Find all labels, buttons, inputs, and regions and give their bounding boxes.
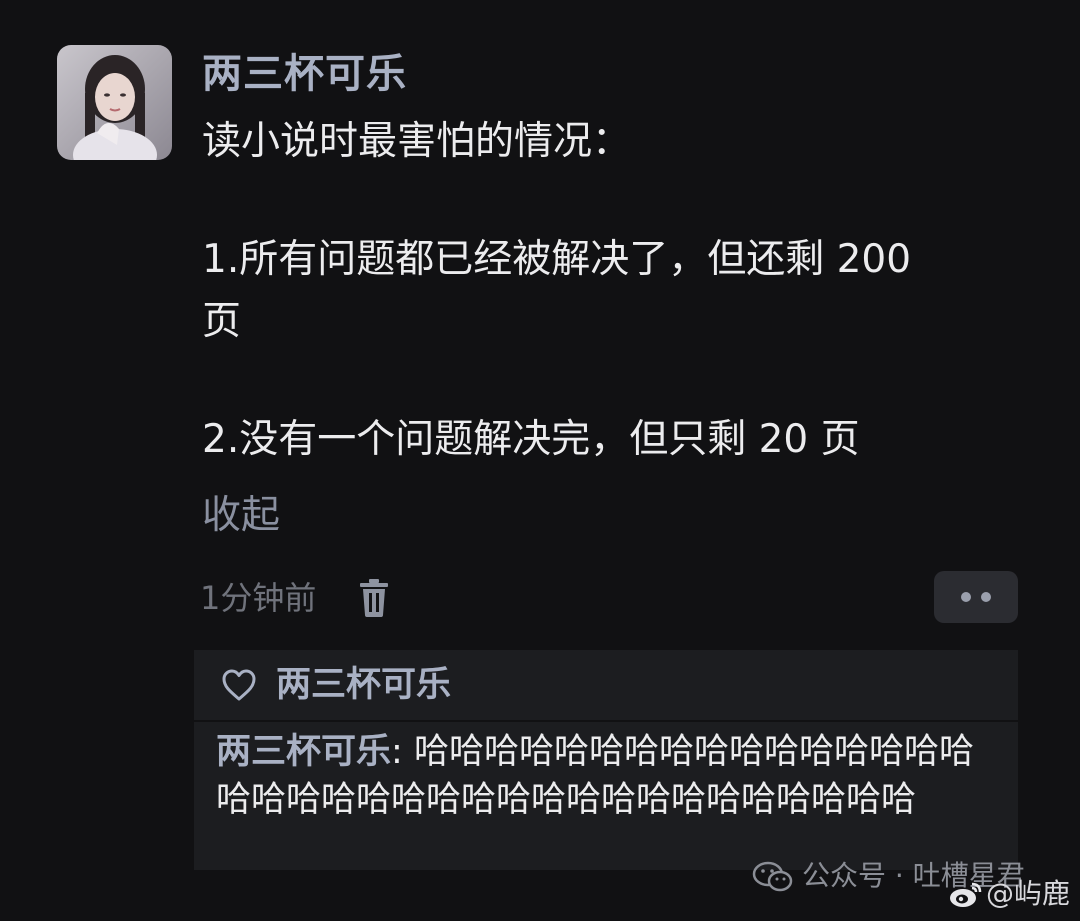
wechat-icon	[752, 860, 794, 894]
post-text-line-3: 页	[202, 299, 242, 344]
post-text-line-1: 读小说时最害怕的情况：	[202, 119, 632, 164]
comment-item[interactable]: 两三杯可乐: 哈哈哈哈哈哈哈哈哈哈哈哈哈哈哈哈哈哈哈哈哈哈哈哈哈哈哈哈哈哈哈哈哈…	[216, 728, 1006, 824]
more-options-button[interactable]	[934, 571, 1018, 623]
post-text-line-4: 2.没有一个问题解决完，但只剩 20 页	[202, 417, 860, 462]
more-dots-icon	[961, 592, 971, 602]
weibo-icon	[948, 880, 984, 910]
collapse-link[interactable]: 收起	[202, 490, 280, 542]
post-text-line-2: 1.所有问题都已经被解决了，但还剩 200	[202, 237, 912, 282]
weibo-watermark: @屿鹿	[948, 874, 1070, 914]
comment-author[interactable]: 两三杯可乐	[216, 732, 391, 772]
liker-name[interactable]: 两三杯可乐	[276, 662, 451, 708]
weibo-watermark-text: @屿鹿	[986, 877, 1071, 910]
trash-icon[interactable]	[358, 578, 390, 618]
avatar-image	[57, 45, 172, 160]
heart-outline-icon[interactable]	[221, 668, 257, 702]
avatar[interactable]	[57, 45, 172, 160]
more-dots-icon	[981, 592, 991, 602]
author-name[interactable]: 两三杯可乐	[202, 48, 407, 100]
comment-separator: :	[391, 732, 414, 772]
post-timestamp: 1分钟前	[200, 579, 317, 617]
comment-box: 两三杯可乐 两三杯可乐: 哈哈哈哈哈哈哈哈哈哈哈哈哈哈哈哈哈哈哈哈哈哈哈哈哈哈哈…	[194, 650, 1018, 870]
divider	[194, 720, 1018, 722]
